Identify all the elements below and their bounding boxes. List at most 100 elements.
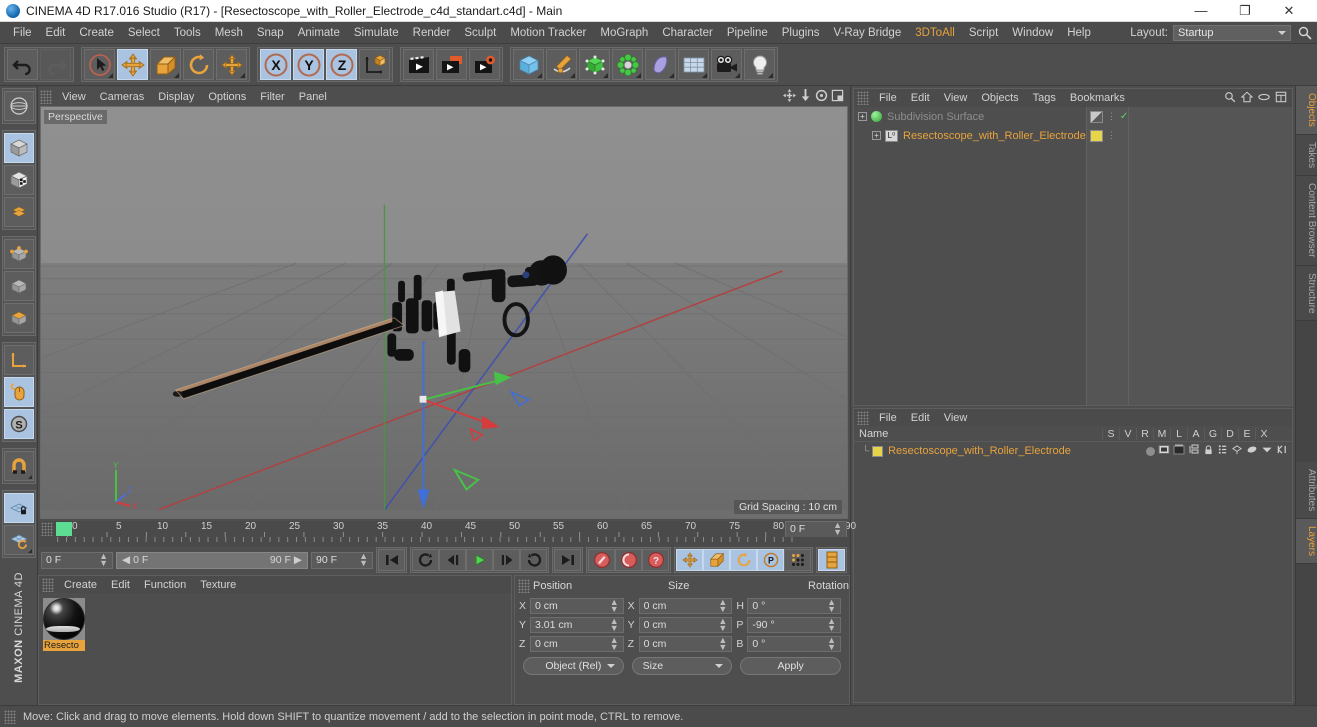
panel-gripper-icon[interactable]	[857, 91, 869, 105]
object-menu-bookmarks[interactable]: Bookmarks	[1063, 90, 1132, 106]
viewport-solo-mouse-icon[interactable]	[3, 377, 34, 407]
undo-button[interactable]	[7, 49, 38, 80]
spinner-icon[interactable]: ▲ ▼	[718, 616, 727, 632]
object-axis-icon[interactable]	[3, 345, 34, 375]
expand-toggle-icon[interactable]: +	[872, 131, 881, 140]
position-z-input[interactable]: 0 cm ▲ ▼	[530, 635, 624, 652]
record-active-objects-button[interactable]	[588, 549, 615, 571]
range-left-arrow-icon[interactable]: ◀	[122, 554, 130, 566]
object-row-resectoscope[interactable]: + L⁰ Resectoscope_with_Roller_Electrode	[854, 126, 1086, 145]
render-view-button[interactable]	[403, 49, 434, 80]
close-button[interactable]: ✕	[1267, 0, 1311, 22]
render-settings-button[interactable]	[469, 49, 500, 80]
checkerboard-tag-icon[interactable]	[1089, 110, 1103, 123]
axis-x-button[interactable]: X	[260, 49, 291, 80]
texture-axis-icon[interactable]	[3, 91, 34, 121]
point-level-animation-button[interactable]	[784, 549, 811, 571]
column-header-e[interactable]: E	[1238, 427, 1255, 440]
rotation-b-input[interactable]: 0 ° ▲ ▼	[747, 635, 841, 652]
column-header-v[interactable]: V	[1119, 427, 1136, 440]
spinner-icon[interactable]: ▲ ▼	[610, 635, 619, 651]
layer-manager-icon[interactable]	[1188, 444, 1200, 458]
menu-file[interactable]: File	[6, 24, 39, 42]
panel-gripper-icon[interactable]	[4, 709, 16, 724]
live-selection-button[interactable]	[84, 49, 115, 80]
menu-plugins[interactable]: Plugins	[775, 24, 827, 42]
preview-range-slider[interactable]: ◀ 0 F 90 F ▶	[116, 551, 308, 569]
camera-button[interactable]	[711, 49, 742, 80]
play-backwards-loop-button[interactable]	[412, 549, 439, 571]
position-x-input[interactable]: 0 cm ▲ ▼	[530, 597, 624, 614]
object-menu-view[interactable]: View	[937, 90, 975, 106]
object-menu-edit[interactable]: Edit	[904, 90, 937, 106]
workplane-rotate-icon[interactable]	[3, 525, 34, 555]
tab-objects[interactable]: Objects	[1296, 86, 1317, 135]
workplane-lock-icon[interactable]	[3, 493, 34, 523]
panel-gripper-icon[interactable]	[42, 577, 54, 592]
menu-edit[interactable]: Edit	[39, 24, 73, 42]
scale-tool-button[interactable]	[150, 49, 181, 80]
menu-mograph[interactable]: MoGraph	[593, 24, 655, 42]
size-z-input[interactable]: 0 cm ▲ ▼	[638, 635, 733, 652]
array-deformer-button[interactable]	[612, 49, 643, 80]
move-axis-button[interactable]	[216, 49, 247, 80]
material-item[interactable]: Resecto	[43, 598, 85, 651]
menu-3dtoall[interactable]: 3DToAll	[908, 24, 962, 42]
viewport-3d[interactable]: Perspective Y X Z Grid Spacing: 10 cm	[40, 106, 848, 519]
column-header-l[interactable]: L	[1170, 427, 1187, 440]
play-forward-loop-button[interactable]	[520, 549, 547, 571]
rotation-h-input[interactable]: 0 ° ▲ ▼	[747, 597, 841, 614]
menu-sculpt[interactable]: Sculpt	[457, 24, 503, 42]
enable-snap-s-icon[interactable]: S	[3, 409, 34, 439]
autokeying-button[interactable]	[615, 549, 642, 571]
rotate-tool-button[interactable]	[183, 49, 214, 80]
layer-xref-icon[interactable]	[1276, 444, 1288, 458]
panel-gripper-icon[interactable]	[857, 410, 869, 425]
tab-attributes[interactable]: Attributes	[1296, 461, 1317, 520]
layer-visible-icon[interactable]	[1158, 444, 1170, 458]
coordinate-mode-dropdown[interactable]: Object (Rel)	[523, 657, 624, 675]
menu-animate[interactable]: Animate	[291, 24, 347, 42]
menu-vray-bridge[interactable]: V-Ray Bridge	[826, 24, 908, 42]
material-menu-create[interactable]: Create	[57, 577, 104, 593]
size-x-input[interactable]: 0 cm ▲ ▼	[638, 597, 733, 614]
spinner-icon[interactable]: ▲ ▼	[99, 552, 108, 568]
menu-create[interactable]: Create	[72, 24, 121, 42]
layer-color-swatch[interactable]	[872, 445, 884, 457]
column-header-x[interactable]: X	[1255, 427, 1272, 440]
apply-button[interactable]: Apply	[740, 657, 841, 675]
viewport-menu-view[interactable]: View	[55, 89, 93, 105]
frame-end-field[interactable]: 90 F ▲ ▼	[311, 551, 373, 569]
tab-layers[interactable]: Layers	[1296, 519, 1317, 565]
menu-tools[interactable]: Tools	[167, 24, 208, 42]
tab-content-browser[interactable]: Content Browser	[1296, 176, 1317, 266]
texture-mode-icon[interactable]	[3, 165, 34, 195]
panel-gripper-icon[interactable]	[40, 90, 52, 104]
viewport-menu-display[interactable]: Display	[151, 89, 201, 105]
column-header-d[interactable]: D	[1221, 427, 1238, 440]
step-forward-button[interactable]	[493, 549, 520, 571]
generator-nurbs-button[interactable]	[579, 49, 610, 80]
tab-takes[interactable]: Takes	[1296, 134, 1317, 177]
frame-start-field[interactable]: 0 F ▲ ▼	[41, 551, 113, 569]
pan-view-icon[interactable]	[783, 89, 796, 105]
material-menu-edit[interactable]: Edit	[104, 577, 137, 593]
column-header-a[interactable]: A	[1187, 427, 1204, 440]
link-icon[interactable]	[1258, 91, 1270, 106]
layer-row[interactable]: └ Resectoscope_with_Roller_Electrode	[854, 442, 1292, 460]
viewport-menu-options[interactable]: Options	[201, 89, 253, 105]
search-icon[interactable]	[1297, 25, 1313, 41]
timeline-layout-button[interactable]	[818, 549, 845, 571]
menu-character[interactable]: Character	[655, 24, 720, 42]
keyframe-selection-button[interactable]: ?	[642, 549, 669, 571]
layer-render-icon[interactable]	[1173, 444, 1185, 458]
menu-simulate[interactable]: Simulate	[347, 24, 406, 42]
edges-mode-icon[interactable]	[3, 271, 34, 301]
material-tag-icon[interactable]	[1089, 129, 1103, 142]
menu-motion-tracker[interactable]: Motion Tracker	[503, 24, 593, 42]
viewport-menu-filter[interactable]: Filter	[253, 89, 291, 105]
timeline-ruler[interactable]: 0 5 10 15 20 25 30 35 40 45 50 55 60 65	[38, 520, 856, 538]
current-frame-field[interactable]: 0 F ▲ ▼	[785, 520, 847, 538]
go-to-end-button[interactable]	[554, 549, 581, 571]
expand-icon[interactable]	[1275, 91, 1287, 106]
